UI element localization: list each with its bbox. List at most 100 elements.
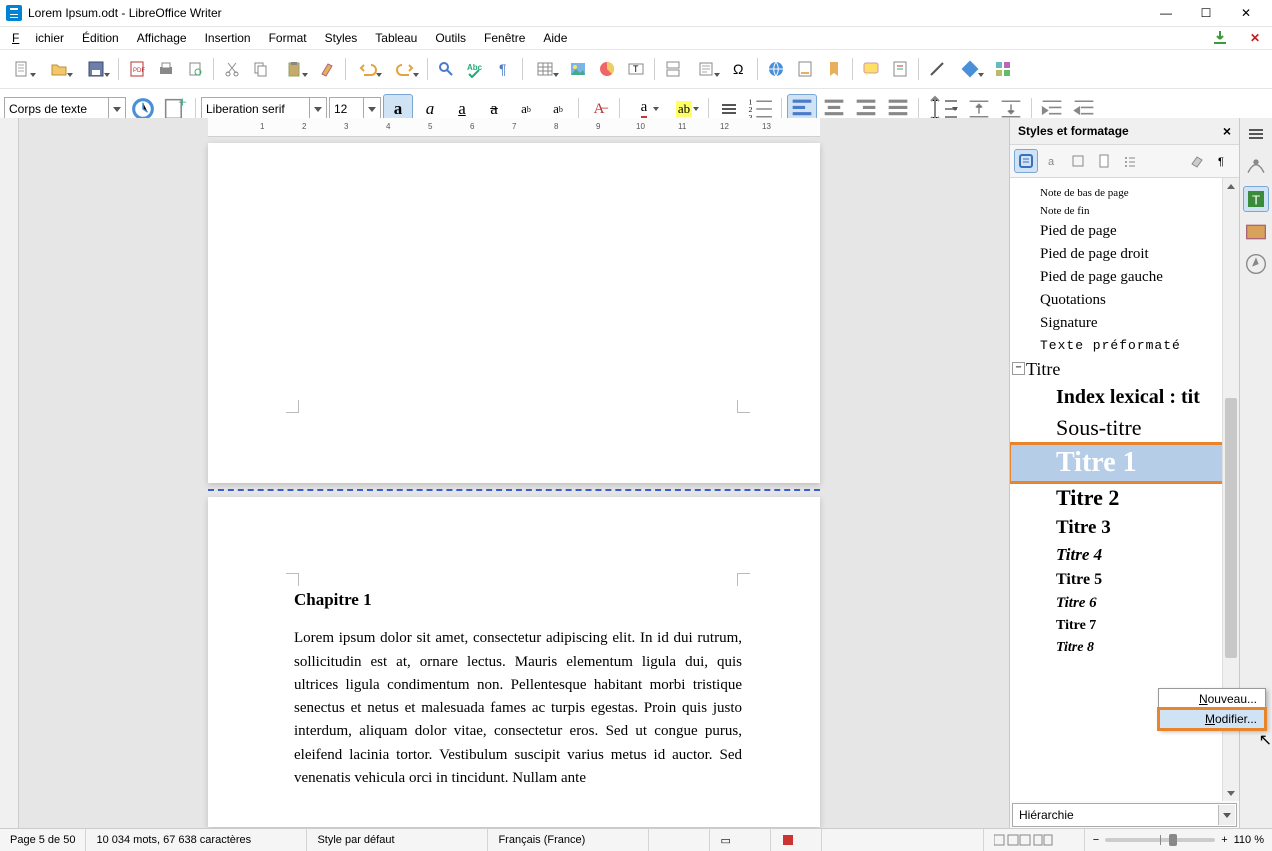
footnote-button[interactable]	[791, 55, 819, 83]
menu-edit[interactable]: Édition	[74, 29, 127, 47]
track-changes-button[interactable]	[886, 55, 914, 83]
hyperlink-button[interactable]	[762, 55, 790, 83]
style-item[interactable]: Titre 6	[1010, 592, 1223, 615]
style-item[interactable]: Titre 2	[1010, 482, 1223, 514]
style-item[interactable]: Titre 4	[1010, 542, 1223, 568]
navigator-tab[interactable]	[1244, 252, 1268, 276]
status-pagestyle[interactable]: Style par défaut	[307, 829, 488, 851]
clone-format-button[interactable]	[313, 55, 341, 83]
paste-button[interactable]	[276, 55, 312, 83]
redo-button[interactable]	[387, 55, 423, 83]
gallery-tab[interactable]	[1244, 220, 1268, 244]
style-item[interactable]: Texte préformaté	[1010, 335, 1223, 356]
zoom-out-icon[interactable]: −	[1093, 834, 1099, 846]
style-item[interactable]: Note de bas de page	[1010, 184, 1223, 202]
app-icon	[6, 5, 22, 21]
page-prev	[208, 143, 820, 483]
ctx-new[interactable]: Nouveau...	[1159, 689, 1265, 709]
insert-chart-button[interactable]	[593, 55, 621, 83]
menu-format[interactable]: Format	[261, 29, 315, 47]
zoom-in-icon[interactable]: +	[1221, 834, 1227, 846]
style-filter-combo[interactable]: Hiérarchie	[1012, 803, 1237, 827]
line-button[interactable]	[923, 55, 951, 83]
styles-tab[interactable]: T	[1243, 186, 1269, 212]
style-item[interactable]: Index lexical : tit	[1010, 383, 1223, 412]
menu-window[interactable]: Fenêtre	[476, 29, 533, 47]
svg-text:¶: ¶	[1218, 156, 1224, 168]
maximize-button[interactable]: ☐	[1186, 0, 1226, 26]
status-signature[interactable]	[771, 829, 822, 851]
style-item[interactable]: Titre 1	[1010, 444, 1223, 482]
open-button[interactable]	[41, 55, 77, 83]
print-preview-button[interactable]	[181, 55, 209, 83]
find-replace-button[interactable]	[432, 55, 460, 83]
undo-button[interactable]	[350, 55, 386, 83]
horizontal-ruler: 1 2 3 4 5 6 7 8 9 10 11 12 13	[208, 118, 820, 137]
copy-button[interactable]	[247, 55, 275, 83]
ctx-modify[interactable]: Modifier...	[1159, 709, 1265, 729]
style-item[interactable]: Pied de page gauche	[1010, 266, 1223, 289]
menu-help[interactable]: Aide	[535, 29, 575, 47]
style-item-titre[interactable]: −Titre	[1010, 356, 1223, 383]
comment-button[interactable]	[857, 55, 885, 83]
style-item[interactable]: Titre 8	[1010, 637, 1223, 659]
menu-table[interactable]: Tableau	[367, 29, 425, 47]
menu-view[interactable]: Affichage	[129, 29, 195, 47]
style-item[interactable]: Pied de page	[1010, 220, 1223, 243]
char-styles-tab[interactable]: a	[1040, 149, 1064, 173]
style-item[interactable]: Note de fin	[1010, 202, 1223, 220]
document-canvas[interactable]: 1 2 3 4 5 6 7 8 9 10 11 12 13 Chapitre 1…	[19, 118, 1009, 829]
new-style-from-sel-button[interactable]: ¶	[1211, 149, 1235, 173]
spellcheck-button[interactable]: Abc	[461, 55, 489, 83]
insert-image-button[interactable]	[564, 55, 592, 83]
style-item[interactable]: Titre 7	[1010, 615, 1223, 637]
status-page[interactable]: Page 5 de 50	[0, 829, 86, 851]
style-item[interactable]: Pied de page droit	[1010, 243, 1223, 266]
save-button[interactable]	[78, 55, 114, 83]
status-wordcount[interactable]: 10 034 mots, 67 638 caractères	[86, 829, 307, 851]
style-item[interactable]: Sous-titre	[1010, 412, 1223, 444]
update-icon[interactable]	[1204, 28, 1236, 48]
new-button[interactable]	[4, 55, 40, 83]
style-item[interactable]: Quotations	[1010, 289, 1223, 312]
page-styles-tab[interactable]	[1092, 149, 1116, 173]
draw-functions-button[interactable]	[989, 55, 1017, 83]
formatting-marks-button[interactable]: ¶	[490, 55, 518, 83]
print-button[interactable]	[152, 55, 180, 83]
menu-file[interactable]: Fichier	[4, 29, 72, 47]
menu-insert[interactable]: Insertion	[197, 29, 259, 47]
minimize-button[interactable]: —	[1146, 0, 1186, 26]
close-button[interactable]: ✕	[1226, 0, 1266, 26]
para-styles-tab[interactable]	[1014, 149, 1038, 173]
insert-symbol-button[interactable]: Ω	[725, 55, 753, 83]
status-language[interactable]: Français (France)	[488, 829, 649, 851]
status-selection[interactable]: ▭	[710, 829, 771, 851]
menu-tools[interactable]: Outils	[427, 29, 474, 47]
workspace: 1 2 3 4 5 6 7 8 9 10 11 12 13 Chapitre 1…	[0, 118, 1272, 829]
sidebar-menu-icon[interactable]	[1244, 122, 1268, 146]
status-view-layout[interactable]	[984, 829, 1085, 851]
menu-styles[interactable]: Styles	[317, 29, 366, 47]
insert-table-button[interactable]	[527, 55, 563, 83]
style-item[interactable]: Titre 5	[1010, 568, 1223, 592]
basic-shapes-button[interactable]	[952, 55, 988, 83]
fill-format-button[interactable]	[1185, 149, 1209, 173]
menu-bar: Fichier Édition Affichage Insertion Form…	[0, 27, 1272, 50]
insert-field-button[interactable]	[688, 55, 724, 83]
status-insert[interactable]	[649, 829, 710, 851]
style-item[interactable]: Titre 3	[1010, 514, 1223, 542]
panel-close-icon[interactable]: ×	[1223, 123, 1231, 139]
close-doc-icon[interactable]: ✕	[1242, 29, 1268, 47]
properties-tab[interactable]	[1244, 154, 1268, 178]
insert-textbox-button[interactable]: T	[622, 55, 650, 83]
page-break-button[interactable]	[659, 55, 687, 83]
zoom-slider[interactable]: − + 110 %	[1085, 834, 1272, 846]
frame-styles-tab[interactable]	[1066, 149, 1090, 173]
style-item[interactable]: Signature	[1010, 312, 1223, 335]
panel-toolbar: a ¶	[1010, 145, 1239, 178]
bookmark-button[interactable]	[820, 55, 848, 83]
list-styles-tab[interactable]	[1118, 149, 1142, 173]
export-pdf-button[interactable]: PDF	[123, 55, 151, 83]
cut-button[interactable]	[218, 55, 246, 83]
zoom-value[interactable]: 110 %	[1234, 834, 1264, 846]
